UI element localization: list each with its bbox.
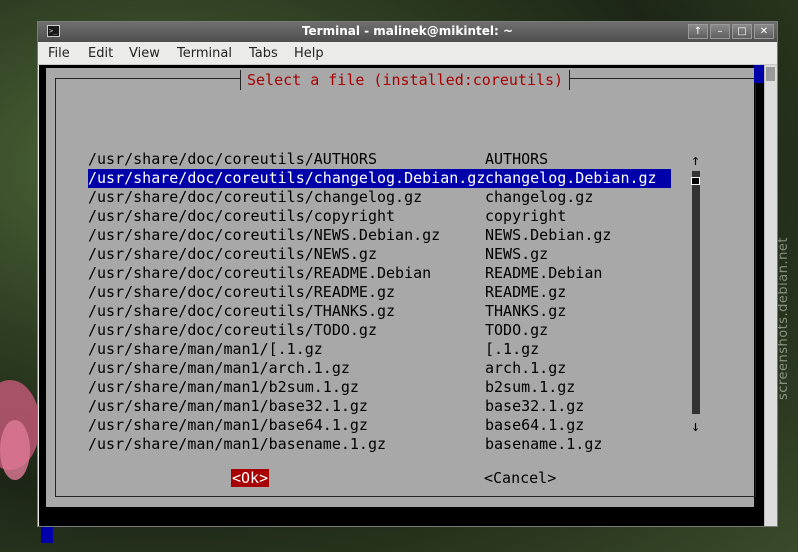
menu-view[interactable]: View: [129, 46, 160, 61]
list-item-path: /usr/share/doc/coreutils/changelog.Debia…: [88, 169, 486, 187]
menu-tabs[interactable]: Tabs: [249, 46, 278, 61]
list-item-name: base32.1.gz: [485, 397, 585, 415]
menu-edit[interactable]: Edit: [88, 46, 113, 61]
menu-terminal[interactable]: Terminal: [177, 46, 232, 61]
list-item-path: /usr/share/doc/coreutils/TODO.gz: [88, 321, 377, 339]
list-item-name: README.Debian: [485, 264, 603, 282]
background-foliage: [0, 420, 30, 480]
menubar: File Edit View Terminal Tabs Help: [38, 42, 777, 65]
watermark-text: screenshots.debian.net: [776, 237, 791, 400]
list-item[interactable]: /usr/share/doc/coreutils/changelog.Debia…: [88, 169, 671, 188]
list-item-name: changelog.Debian.gz: [485, 169, 657, 187]
list-item-path: /usr/share/doc/coreutils/THANKS.gz: [88, 302, 396, 320]
window-titlebar[interactable]: >_ Terminal - malinek@mikintel: ~ ↑ – □ …: [38, 22, 777, 42]
cancel-button[interactable]: <Cancel>: [484, 469, 556, 487]
list-item-path: /usr/share/doc/coreutils/NEWS.Debian.gz: [88, 226, 441, 244]
terminal-window: >_ Terminal - malinek@mikintel: ~ ↑ – □ …: [37, 21, 778, 543]
menu-file[interactable]: File: [48, 46, 70, 61]
list-item-path: /usr/share/man/man1/[.1.gz: [88, 340, 323, 358]
list-item-path: /usr/share/doc/coreutils/changelog.gz: [88, 188, 423, 206]
list-item-name: base64.1.gz: [485, 416, 585, 434]
dialog-scroll-indicator: [754, 65, 764, 83]
list-item-name: basename.1.gz: [485, 435, 603, 453]
list-item-name: [.1.gz: [485, 340, 540, 358]
list-item-name: NEWS.gz: [485, 245, 549, 263]
list-scrollbar-thumb[interactable]: [691, 177, 700, 185]
list-item-path: /usr/share/doc/coreutils/README.Debian: [88, 264, 432, 282]
ok-button[interactable]: <Ok>: [231, 469, 270, 487]
list-item-name: AUTHORS: [485, 150, 549, 168]
list-item-name: arch.1.gz: [485, 359, 567, 377]
terminal-area[interactable]: Select a file (installed:coreutils) /usr…: [39, 65, 765, 543]
list-item-name: copyright: [485, 207, 567, 225]
list-item-name: changelog.gz: [485, 188, 594, 206]
list-item-name: README.gz: [485, 283, 567, 301]
list-item-path: /usr/share/man/man1/base32.1.gz: [88, 397, 368, 415]
window-maximize-button[interactable]: □: [732, 24, 752, 39]
list-scrollbar-track[interactable]: [692, 171, 700, 414]
list-item-name: TODO.gz: [485, 321, 549, 339]
list-item-name: THANKS.gz: [485, 302, 567, 320]
menu-help[interactable]: Help: [294, 46, 324, 61]
list-item-path: /usr/share/doc/coreutils/README.gz: [88, 283, 396, 301]
window-minimize-button[interactable]: –: [710, 24, 730, 39]
list-item-name: b2sum.1.gz: [485, 378, 576, 396]
dialog-title: Select a file (installed:coreutils): [240, 70, 571, 90]
scroll-down-arrow[interactable]: ↓: [691, 417, 700, 435]
list-item-path: /usr/share/man/man1/basename.1.gz: [88, 435, 387, 453]
terminal-scrollbar-thumb[interactable]: [766, 67, 775, 81]
terminal-scrollbar[interactable]: [764, 65, 777, 526]
list-item-name: NEWS.Debian.gz: [485, 226, 612, 244]
list-item-path: /usr/share/doc/coreutils/AUTHORS: [88, 150, 377, 168]
window-title: Terminal - malinek@mikintel: ~: [301, 24, 514, 38]
window-shade-button[interactable]: ↑: [688, 24, 708, 39]
list-item-path: /usr/share/doc/coreutils/NEWS.gz: [88, 245, 377, 263]
cursor-block: [41, 527, 53, 543]
list-item-path: /usr/share/man/man1/b2sum.1.gz: [88, 378, 359, 396]
list-item-path: /usr/share/man/man1/arch.1.gz: [88, 359, 350, 377]
scroll-up-arrow[interactable]: ↑: [691, 151, 700, 169]
list-item-path: /usr/share/doc/coreutils/copyright: [88, 207, 396, 225]
list-item-path: /usr/share/man/man1/base64.1.gz: [88, 416, 368, 434]
window-close-button[interactable]: ✕: [754, 24, 774, 39]
